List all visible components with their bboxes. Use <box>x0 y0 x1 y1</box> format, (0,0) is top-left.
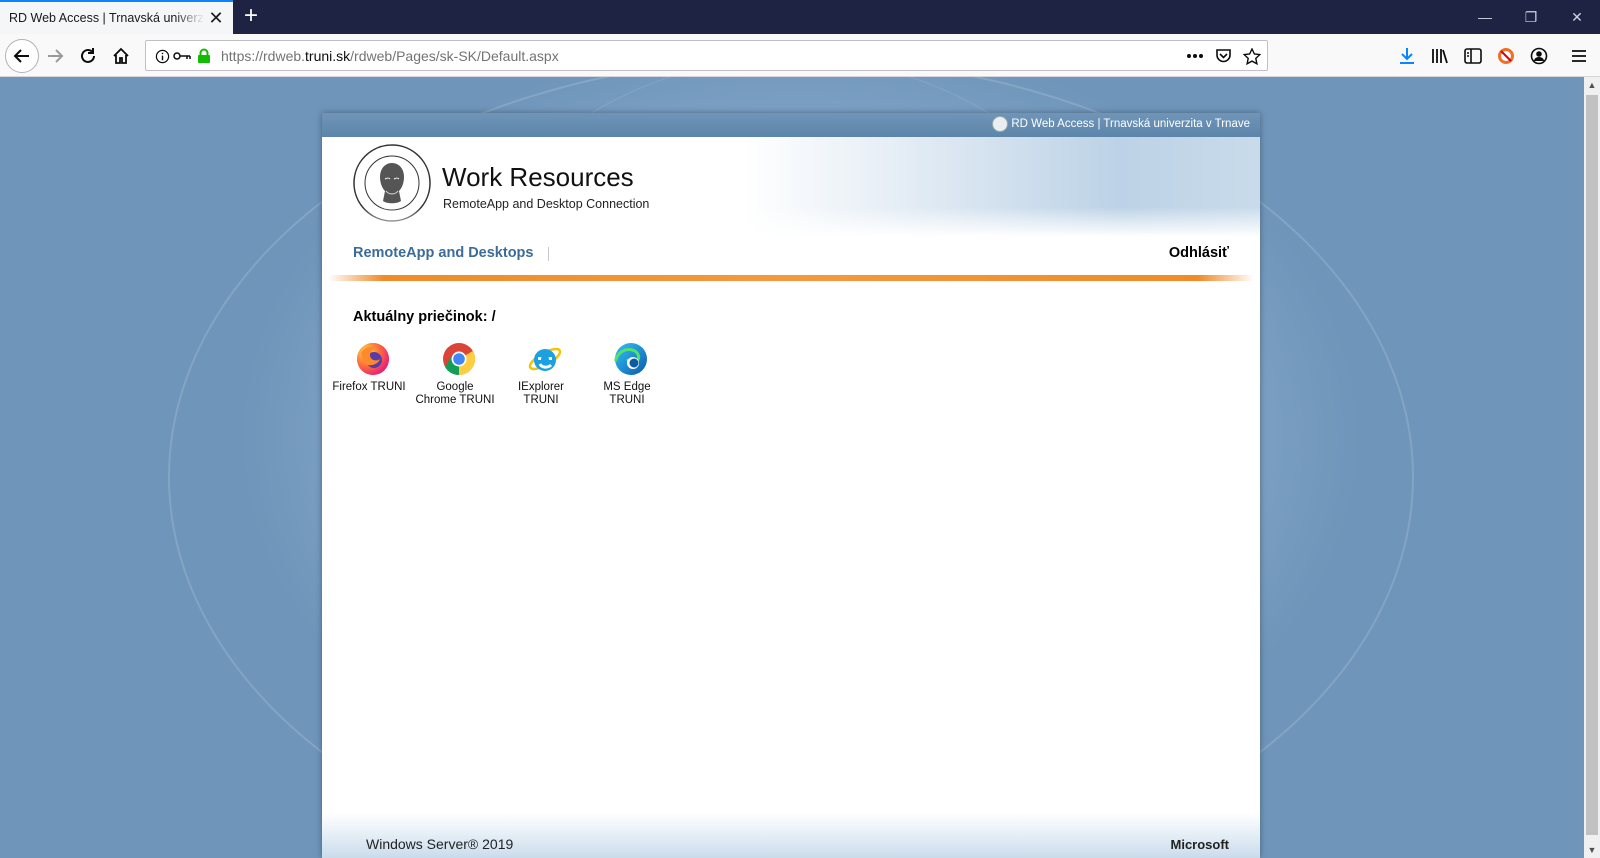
microsoft-logo: Microsoft <box>1170 837 1230 852</box>
restore-icon[interactable]: ❐ <box>1508 0 1554 34</box>
nav-separator <box>548 247 549 261</box>
pocket-icon[interactable] <box>1214 47 1232 65</box>
panel-footer: Windows Server® 2019 Microsoft <box>322 813 1260 858</box>
account-icon <box>1530 47 1548 65</box>
key-icon[interactable] <box>172 47 192 65</box>
panel-header: Work Resources RemoteApp and Desktop Con… <box>322 137 1260 237</box>
university-seal-small-icon <box>992 116 1008 132</box>
edge-icon <box>614 343 647 375</box>
forward-button[interactable] <box>39 40 71 72</box>
addon-button[interactable] <box>1490 40 1522 72</box>
scroll-thumb[interactable] <box>1586 95 1598 835</box>
home-icon <box>113 47 129 64</box>
hamburger-menu-icon <box>1572 50 1586 62</box>
sidebar-icon <box>1464 48 1482 64</box>
url-bar[interactable]: https://rdweb.truni.sk/rdweb/Pages/sk-SK… <box>145 40 1268 71</box>
addon-icon <box>1498 48 1514 64</box>
download-icon <box>1400 48 1414 64</box>
scroll-down-icon[interactable]: ▼ <box>1584 842 1600 858</box>
library-button[interactable] <box>1424 40 1456 72</box>
remoteapp-desktops-link[interactable]: RemoteApp and Desktops <box>353 245 533 261</box>
current-folder-label: Aktuálny priečinok: / <box>353 309 496 325</box>
chrome-icon <box>443 343 476 376</box>
page-title: Work Resources <box>442 162 634 192</box>
nav-bar: https://rdweb.truni.sk/rdweb/Pages/sk-SK… <box>0 34 1600 77</box>
library-icon <box>1432 49 1448 64</box>
lock-icon[interactable] <box>195 47 213 65</box>
panel-nav: RemoteApp and Desktops Odhlásiť <box>322 237 1260 273</box>
info-icon[interactable] <box>153 47 171 65</box>
panel-top-bar: RD Web Access | Trnavská univerzita v Tr… <box>322 113 1260 137</box>
app-chrome[interactable]: Google Chrome TRUNI <box>412 341 498 407</box>
app-edge[interactable]: MS Edge TRUNI <box>584 341 670 407</box>
bookmark-star-icon[interactable] <box>1243 47 1261 65</box>
app-label: Firefox TRUNI <box>332 381 406 393</box>
app-label: MS Edge TRUNI <box>603 381 651 406</box>
rdweb-panel: RD Web Access | Trnavská univerzita v Tr… <box>322 113 1260 858</box>
app-label: Google Chrome TRUNI <box>415 381 495 406</box>
sidebar-button[interactable] <box>1457 40 1489 72</box>
back-arrow-icon <box>13 49 29 63</box>
ie-icon <box>528 347 562 371</box>
forward-arrow-icon <box>48 49 64 63</box>
reload-button[interactable] <box>72 40 104 72</box>
menu-button[interactable] <box>1563 40 1595 72</box>
scroll-up-icon[interactable]: ▲ <box>1584 77 1600 93</box>
logout-link[interactable]: Odhlásiť <box>1169 245 1229 261</box>
back-button[interactable] <box>5 39 39 73</box>
account-button[interactable] <box>1523 40 1555 72</box>
url-suffix: /rdweb/Pages/sk-SK/Default.aspx <box>350 48 559 64</box>
header-glow <box>322 207 1260 237</box>
new-tab-icon[interactable]: + <box>239 4 263 29</box>
home-button[interactable] <box>105 40 137 72</box>
orange-divider <box>328 275 1254 281</box>
url-text: https://rdweb.truni.sk/rdweb/Pages/sk-SK… <box>221 48 559 64</box>
page-actions-icon[interactable] <box>1184 47 1206 65</box>
tab-title: RD Web Access | Trnavská univerzita v Tr… <box>9 11 204 25</box>
app-label: IExplorer TRUNI <box>517 381 565 406</box>
downloads-button[interactable] <box>1391 40 1423 72</box>
panel-top-bar-text: RD Web Access | Trnavská univerzita v Tr… <box>1011 118 1250 130</box>
url-host: truni.sk <box>305 48 351 64</box>
app-iexplorer[interactable]: IExplorer TRUNI <box>498 341 584 407</box>
reload-icon <box>81 48 95 63</box>
app-list: Firefox TRUNI Google Chrome TRUNI IExplo… <box>326 341 670 407</box>
windows-server-logo: Windows Server® 2019 <box>366 836 514 852</box>
minimize-icon[interactable]: — <box>1462 0 1508 34</box>
tab-bar: RD Web Access | Trnavská univerzita v Tr… <box>0 0 1600 34</box>
page-scrollbar[interactable]: ▲ ▼ <box>1584 77 1600 858</box>
tab-close-icon[interactable]: ✕ <box>207 9 225 27</box>
url-prefix: https://rdweb. <box>221 48 306 64</box>
app-firefox[interactable]: Firefox TRUNI <box>326 341 412 407</box>
browser-tab[interactable]: RD Web Access | Trnavská univerzita v Tr… <box>0 0 233 34</box>
firefox-icon <box>357 343 389 375</box>
close-window-icon[interactable]: ✕ <box>1554 0 1600 34</box>
